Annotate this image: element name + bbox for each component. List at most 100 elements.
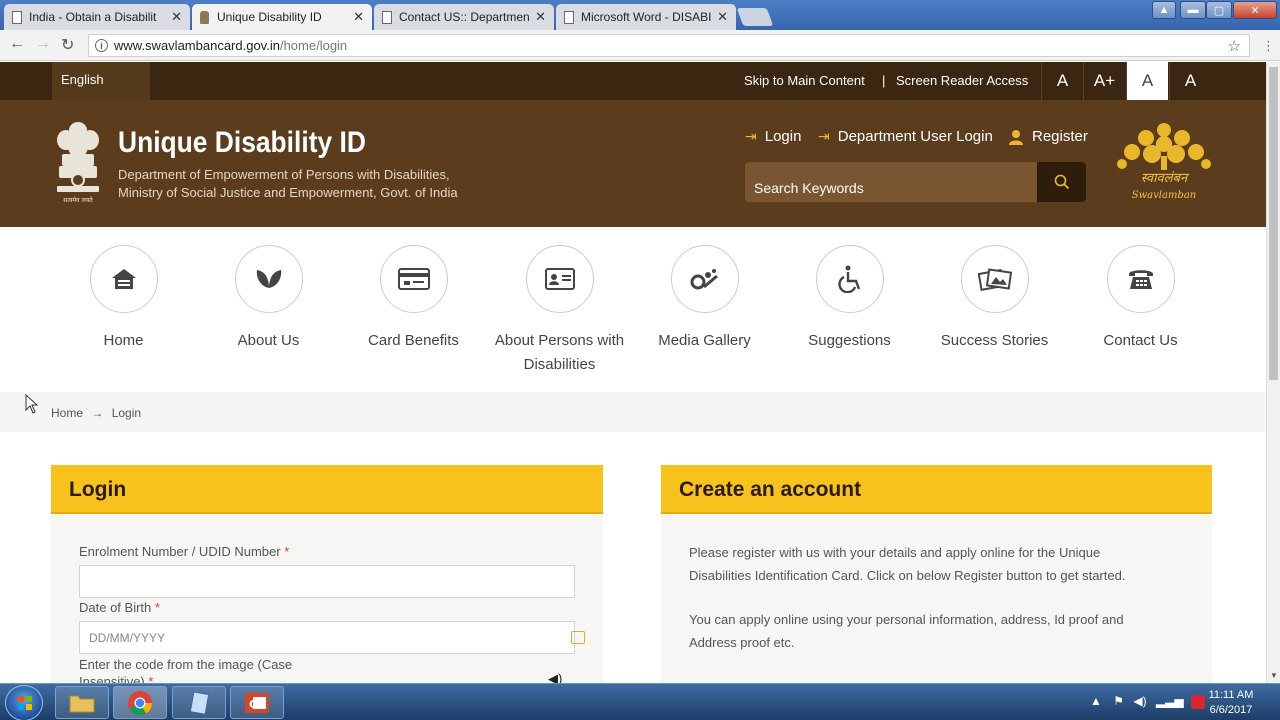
site-title: Unique Disability ID: [118, 126, 366, 159]
breadcrumb-home[interactable]: Home: [51, 406, 83, 420]
create-account-paragraph-2: You can apply online using your personal…: [689, 608, 1169, 654]
nav-about-persons-with-disabilities[interactable]: About Persons with Disabilities: [487, 245, 632, 377]
vertical-scrollbar[interactable]: ▼: [1266, 62, 1280, 683]
show-hidden-icons-icon[interactable]: ▲: [1090, 694, 1102, 708]
scroll-down-arrow-icon[interactable]: ▼: [1270, 671, 1278, 680]
font-increase-button[interactable]: A+: [1083, 62, 1125, 100]
nav-success-stories[interactable]: Success Stories: [922, 245, 1067, 353]
volume-icon[interactable]: ◀): [1133, 694, 1146, 708]
nav-icon-circle: [525, 245, 594, 313]
dob-label-text: Date of Birth: [79, 600, 152, 615]
scrollbar-thumb[interactable]: [1269, 67, 1278, 380]
nav-media-gallery[interactable]: Media Gallery: [632, 245, 777, 353]
media-icon: [690, 269, 718, 290]
font-decrease-button[interactable]: A: [1041, 62, 1083, 100]
nav-contact-us[interactable]: Contact Us: [1068, 245, 1213, 353]
notebook-icon: [189, 690, 210, 715]
browser-tab-word[interactable]: Microsoft Word - DISABI ✕: [556, 4, 736, 30]
language-selector[interactable]: English: [52, 62, 150, 100]
paragraph-line: You can apply online using your personal…: [689, 612, 1124, 627]
dob-placeholder: DD/MM/YYYY: [89, 631, 166, 645]
start-button[interactable]: [5, 685, 43, 720]
clock-time: 11:11 AM: [1208, 689, 1254, 701]
document-icon: [12, 10, 22, 24]
user-icon[interactable]: ▲: [1152, 1, 1176, 19]
browser-tab-india[interactable]: India - Obtain a Disabilit ✕: [4, 4, 190, 30]
card-icon: [397, 268, 430, 290]
nav-label: About Persons with Disabilities: [494, 332, 625, 373]
close-window-button[interactable]: ✕: [1233, 1, 1277, 19]
screen-reader-link[interactable]: Screen Reader Access: [896, 73, 1028, 88]
maximize-button[interactable]: ▢: [1206, 1, 1232, 19]
login-icon: ⇥: [818, 128, 830, 144]
close-icon[interactable]: ✕: [717, 9, 728, 25]
info-icon[interactable]: i: [95, 39, 108, 52]
search-input[interactable]: [745, 162, 1037, 202]
nav-icon-circle: [1106, 245, 1175, 313]
nav-icon-circle: [670, 245, 739, 313]
tab-title: Microsoft Word - DISABI: [581, 10, 712, 24]
utility-bar: English Skip to Main Content | Screen Re…: [0, 62, 1266, 100]
national-emblem-icon: सत्यमेव जयते: [57, 122, 99, 204]
paragraph-line: Address proof etc.: [689, 635, 795, 650]
enrolment-label: Enrolment Number / UDID Number *: [79, 544, 289, 559]
chrome-taskbar-button[interactable]: [113, 686, 167, 719]
search-button[interactable]: [1037, 162, 1086, 202]
browser-tab-contact[interactable]: Contact US:: Department ✕: [374, 4, 554, 30]
calendar-icon[interactable]: [571, 631, 585, 644]
required-marker: *: [154, 600, 160, 615]
network-signal-icon[interactable]: ▂▃▅: [1156, 694, 1184, 708]
department-login-link[interactable]: ⇥ Department User Login: [818, 128, 993, 145]
close-icon[interactable]: ✕: [171, 9, 182, 25]
emblem-icon: [200, 10, 209, 24]
emblem-caption: सत्यमेव जयते: [63, 196, 93, 204]
forward-arrow-icon[interactable]: →: [35, 35, 51, 53]
nav-about-us[interactable]: About Us: [196, 245, 341, 353]
address-bar[interactable]: i www.swavlambancard.gov.in/home/login ☆: [88, 34, 1250, 57]
new-tab-button[interactable]: [736, 8, 774, 26]
skip-to-main-link[interactable]: Skip to Main Content: [744, 73, 865, 88]
leaf-icon: [256, 270, 281, 288]
login-panel-title: Login: [51, 465, 603, 514]
close-icon[interactable]: ✕: [535, 9, 546, 25]
required-marker: *: [284, 544, 290, 559]
photo-icon: [977, 268, 1012, 291]
date-of-birth-input[interactable]: DD/MM/YYYY: [79, 621, 585, 654]
create-account-panel: Create an account Please register with u…: [661, 465, 1212, 684]
dark-theme-button[interactable]: A: [1169, 62, 1211, 100]
enrolment-number-input[interactable]: [79, 565, 575, 598]
powerpoint-taskbar-button[interactable]: C: [230, 686, 284, 719]
login-label: Login: [764, 128, 802, 145]
taskbar-clock[interactable]: 11:11 AM 6/6/2017: [1200, 688, 1262, 718]
search-icon: [1054, 174, 1069, 190]
wheelchair-icon: [837, 265, 860, 293]
nav-label: Home: [103, 332, 144, 349]
minimize-button[interactable]: ▬: [1180, 1, 1206, 19]
tab-title: Contact US:: Department: [399, 10, 530, 24]
back-arrow-icon[interactable]: ←: [9, 35, 25, 53]
light-theme-button[interactable]: A: [1126, 62, 1168, 100]
separator: |: [882, 73, 886, 88]
action-center-flag-icon[interactable]: ⚑: [1113, 694, 1124, 708]
close-icon[interactable]: ✕: [353, 9, 364, 25]
nav-label: Suggestions: [808, 332, 891, 349]
create-account-body: Please register with us with your detail…: [661, 514, 1212, 684]
notepad-taskbar-button[interactable]: [172, 686, 226, 719]
create-account-paragraph-1: Please register with us with your detail…: [689, 541, 1169, 587]
nav-home[interactable]: Home: [51, 245, 196, 353]
login-icon: ⇥: [745, 128, 757, 144]
reload-icon[interactable]: ↻: [61, 35, 74, 55]
create-account-title: Create an account: [661, 465, 1212, 514]
windows-logo-icon: [18, 696, 32, 710]
browser-tab-udid[interactable]: Unique Disability ID ✕: [192, 4, 372, 30]
nav-card-benefits[interactable]: Card Benefits: [341, 245, 486, 353]
register-link[interactable]: Register: [1008, 128, 1088, 145]
bookmark-star-icon[interactable]: ☆: [1228, 37, 1241, 55]
nav-icon-circle: [379, 245, 448, 313]
file-explorer-taskbar-button[interactable]: [55, 686, 109, 719]
nav-suggestions[interactable]: Suggestions: [777, 245, 922, 353]
browser-menu-icon[interactable]: ⋮: [1262, 38, 1275, 54]
login-link[interactable]: ⇥ Login: [745, 128, 801, 145]
paragraph-line: Please register with us with your detail…: [689, 545, 1101, 560]
nav-icon-circle: [960, 245, 1029, 313]
